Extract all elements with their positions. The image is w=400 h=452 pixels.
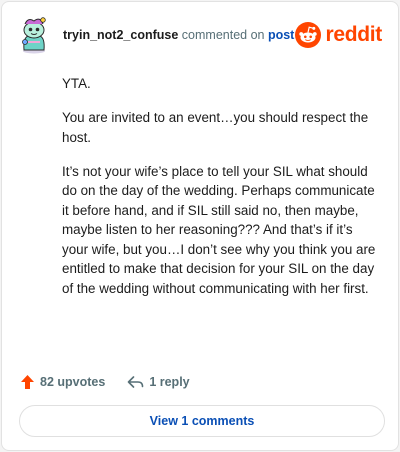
post-link[interactable]: post bbox=[268, 28, 294, 42]
reply-count: 1 reply bbox=[149, 375, 190, 389]
reply-button[interactable]: 1 reply bbox=[127, 375, 190, 389]
upvote-count: 82 upvotes bbox=[40, 375, 106, 389]
comment-paragraph: YTA. bbox=[62, 76, 91, 91]
comment-body: YTA. You are invited to an event…you sho… bbox=[62, 74, 382, 313]
snoo-avatar-icon bbox=[22, 17, 46, 54]
view-comments-button[interactable]: View 1 comments bbox=[19, 405, 385, 437]
comment-header: tryin_not2_confuse commented on post red… bbox=[18, 16, 384, 54]
reddit-brand[interactable]: reddit bbox=[295, 22, 382, 48]
byline-action-text: commented on bbox=[178, 28, 268, 42]
brand-wordmark: reddit bbox=[325, 23, 382, 46]
comment-paragraph: It’s not your wife’s place to tell your … bbox=[62, 163, 376, 296]
comment-stats: 82 upvotes 1 reply bbox=[20, 372, 212, 392]
comment-byline: tryin_not2_confuse commented on post bbox=[63, 28, 294, 42]
upvote-arrow-icon bbox=[21, 375, 34, 389]
avatar[interactable] bbox=[18, 16, 50, 54]
upvote-button[interactable]: 82 upvotes bbox=[20, 374, 105, 390]
comment-card: tryin_not2_confuse commented on post red… bbox=[1, 1, 399, 451]
username-link[interactable]: tryin_not2_confuse bbox=[63, 28, 178, 42]
reddit-logo-icon bbox=[295, 22, 322, 48]
reply-arrow-icon bbox=[128, 376, 144, 388]
comment-paragraph: You are invited to an event…you should r… bbox=[62, 110, 369, 145]
